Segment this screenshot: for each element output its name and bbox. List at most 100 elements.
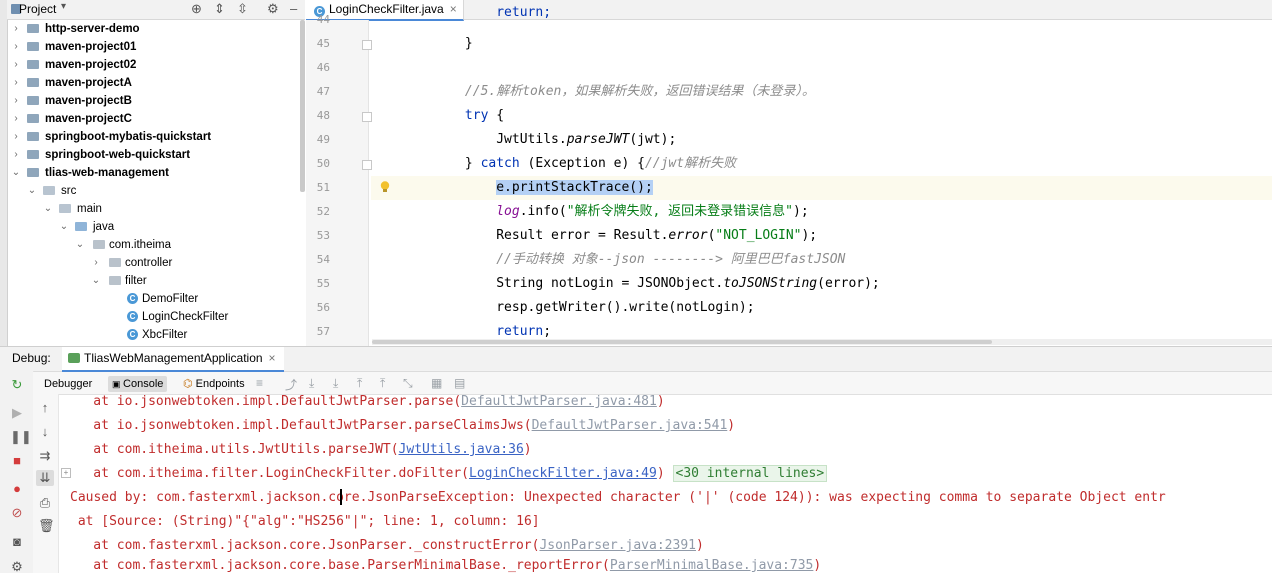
project-view-selector[interactable]: Project <box>19 2 56 16</box>
tree-item-springboot-web-quickstart[interactable]: › springboot-web-quickstart <box>7 146 305 164</box>
run-to-cursor-icon[interactable]: ⤒ <box>380 376 385 391</box>
tree-item-filter[interactable]: ⌄ filter <box>7 272 305 290</box>
stack-trace-link[interactable]: ParserMinimalBase.java:735 <box>610 558 814 573</box>
stack-trace-link[interactable]: LoginCheckFilter.java:49 <box>469 466 657 481</box>
chevron-right-icon[interactable]: › <box>11 20 21 38</box>
stop-icon[interactable]: ■ <box>10 453 24 468</box>
tree-item-maven-projectb[interactable]: › maven-projectB <box>7 92 305 110</box>
expand-icon[interactable]: + <box>61 468 71 478</box>
tree-item-springboot-mybatis-quickstart[interactable]: › springboot-mybatis-quickstart <box>7 128 305 146</box>
project-tree-scrollbar[interactable] <box>300 20 305 192</box>
tree-item-logincheckfilter[interactable]: C LoginCheckFilter <box>7 308 305 326</box>
tree-item-maven-projecta[interactable]: › maven-projectA <box>7 74 305 92</box>
step-out-icon[interactable]: ⤒ <box>357 376 362 391</box>
code-token: Result error = Result. <box>496 228 669 243</box>
tab-run-configuration[interactable]: TliasWebManagementApplication × <box>62 347 284 372</box>
step-into-icon[interactable]: ⤓ <box>333 376 338 391</box>
chevron-down-icon[interactable]: ⌄ <box>11 164 21 182</box>
code-method: toJSONString <box>723 276 818 291</box>
tree-item-controller[interactable]: › controller <box>7 254 305 272</box>
chevron-right-icon[interactable]: › <box>11 92 21 110</box>
scroll-to-end-icon[interactable]: ⇊ <box>36 470 54 486</box>
chevron-right-icon[interactable]: › <box>11 128 21 146</box>
tree-item-com-itheima[interactable]: ⌄ com.itheima <box>7 236 305 254</box>
chevron-right-icon[interactable]: › <box>11 74 21 92</box>
chevron-down-icon[interactable]: ⌄ <box>27 182 37 200</box>
tree-item-xbcfilter[interactable]: C XbcFilter <box>7 326 305 344</box>
tree-item-http-server-demo[interactable]: › http-server-demo <box>7 20 305 38</box>
collapse-all-icon[interactable]: ⇳ <box>237 1 248 17</box>
code-token: .info( <box>519 204 567 219</box>
mute-breakpoints-icon[interactable]: ⊘ <box>10 505 24 521</box>
chevron-down-icon[interactable]: ⌄ <box>43 200 53 218</box>
code-line: Result error = Result.error("NOT_LOGIN")… <box>371 224 1272 248</box>
endpoints-icon: ⌬ <box>183 378 196 390</box>
arrow-down-icon[interactable]: ↓ <box>38 424 52 439</box>
console-text: at com.itheima.filter.LoginCheckFilter.d… <box>62 466 469 481</box>
chevron-right-icon[interactable]: › <box>91 254 101 272</box>
tree-item-maven-project01[interactable]: › maven-project01 <box>7 38 305 56</box>
rerun-icon[interactable]: ↻ <box>10 377 24 393</box>
menu-icon[interactable]: ≡ <box>256 376 263 390</box>
tree-item-main[interactable]: ⌄ main <box>7 200 305 218</box>
debug-left-toolbar: ↻ ▶ ❚❚ ■ ● ⊘ ◙ ⚙ <box>0 371 34 574</box>
tree-item-label: main <box>77 203 102 215</box>
internal-lines-folder[interactable]: <30 internal lines> <box>672 465 828 482</box>
tree-item-maven-project02[interactable]: › maven-project02 <box>7 56 305 74</box>
evaluate-icon[interactable]: ⤡ <box>403 376 413 391</box>
project-panel-header: Project ▾ ⊕ ⇕ ⇳ ⚙ – <box>7 0 305 20</box>
step-over-icon[interactable]: ⤓ <box>309 376 314 391</box>
editor-horizontal-scrollbar[interactable] <box>372 339 1272 345</box>
code-token: ); <box>793 204 809 219</box>
chevron-down-icon[interactable]: ⌄ <box>75 236 85 254</box>
arrow-up-icon[interactable]: ↑ <box>38 400 52 415</box>
console-text: at [Source: (String)"{"alg":"HS256"|"; l… <box>70 514 540 529</box>
tab-console-label: Console <box>123 378 164 390</box>
spring-app-icon <box>68 353 80 363</box>
close-icon[interactable]: × <box>269 351 276 365</box>
locate-icon[interactable]: ⊕ <box>191 1 202 17</box>
scrollbar-thumb[interactable] <box>372 340 992 344</box>
chevron-right-icon[interactable]: › <box>11 146 21 164</box>
chevron-right-icon[interactable]: › <box>11 110 21 128</box>
chevron-down-icon[interactable]: ▾ <box>61 1 66 12</box>
console-text: ) <box>813 558 822 573</box>
console-text: Caused by: com.fasterxml.jackson.core.Js… <box>70 490 1166 505</box>
tree-item-java[interactable]: ⌄ java <box>7 218 305 236</box>
gear-icon[interactable]: ⚙ <box>267 1 279 17</box>
tree-item-label: maven-projectA <box>45 77 132 89</box>
tree-item-label: springboot-mybatis-quickstart <box>45 131 212 143</box>
chevron-down-icon[interactable]: ⌄ <box>59 218 69 236</box>
pause-icon[interactable]: ❚❚ <box>10 429 32 445</box>
stack-trace-link[interactable]: JsonParser.java:2391 <box>539 538 696 553</box>
tree-item-tlias-web-management[interactable]: ⌄ tlias-web-management <box>7 164 305 182</box>
trash-icon[interactable]: 🗑 <box>38 518 55 534</box>
code-line: return; <box>371 320 1272 338</box>
stack-trace-link[interactable]: DefaultJwtParser.java:481 <box>461 394 657 409</box>
resume-icon[interactable]: ▶ <box>10 405 24 421</box>
chevron-right-icon[interactable]: › <box>11 38 21 56</box>
stack-trace-link[interactable]: JwtUtils.java:36 <box>399 442 524 457</box>
chevron-right-icon[interactable]: › <box>11 56 21 74</box>
tree-item-src[interactable]: ⌄ src <box>7 182 305 200</box>
camera-icon[interactable]: ◙ <box>10 534 24 549</box>
code-method: error <box>668 228 708 243</box>
code-token: (Exception e) { <box>519 156 645 171</box>
code-line: //手动转换 对象--json --------> 阿里巴巴fastJSON <box>371 248 1272 272</box>
code-method: parseJWT <box>566 132 630 147</box>
line-number: 57 <box>316 325 330 338</box>
tree-item-maven-projectc[interactable]: › maven-projectC <box>7 110 305 128</box>
lightbulb-icon[interactable] <box>378 180 392 194</box>
stack-trace-link[interactable]: DefaultJwtParser.java:541 <box>532 418 728 433</box>
print-icon[interactable]: ⎙ <box>38 495 52 511</box>
chevron-down-icon[interactable]: ⌄ <box>91 272 101 290</box>
layout-icon[interactable]: ▤ <box>454 376 465 390</box>
tree-item-label: LoginCheckFilter <box>142 311 229 323</box>
hide-panel-icon[interactable]: – <box>290 1 297 16</box>
expand-all-icon[interactable]: ⇕ <box>214 1 225 17</box>
table-view-icon[interactable]: ▦ <box>431 376 442 390</box>
soft-wrap-icon[interactable]: ⇉ <box>38 448 52 464</box>
tree-item-demofilter[interactable]: C DemoFilter <box>7 290 305 308</box>
view-breakpoints-icon[interactable]: ● <box>10 481 24 496</box>
